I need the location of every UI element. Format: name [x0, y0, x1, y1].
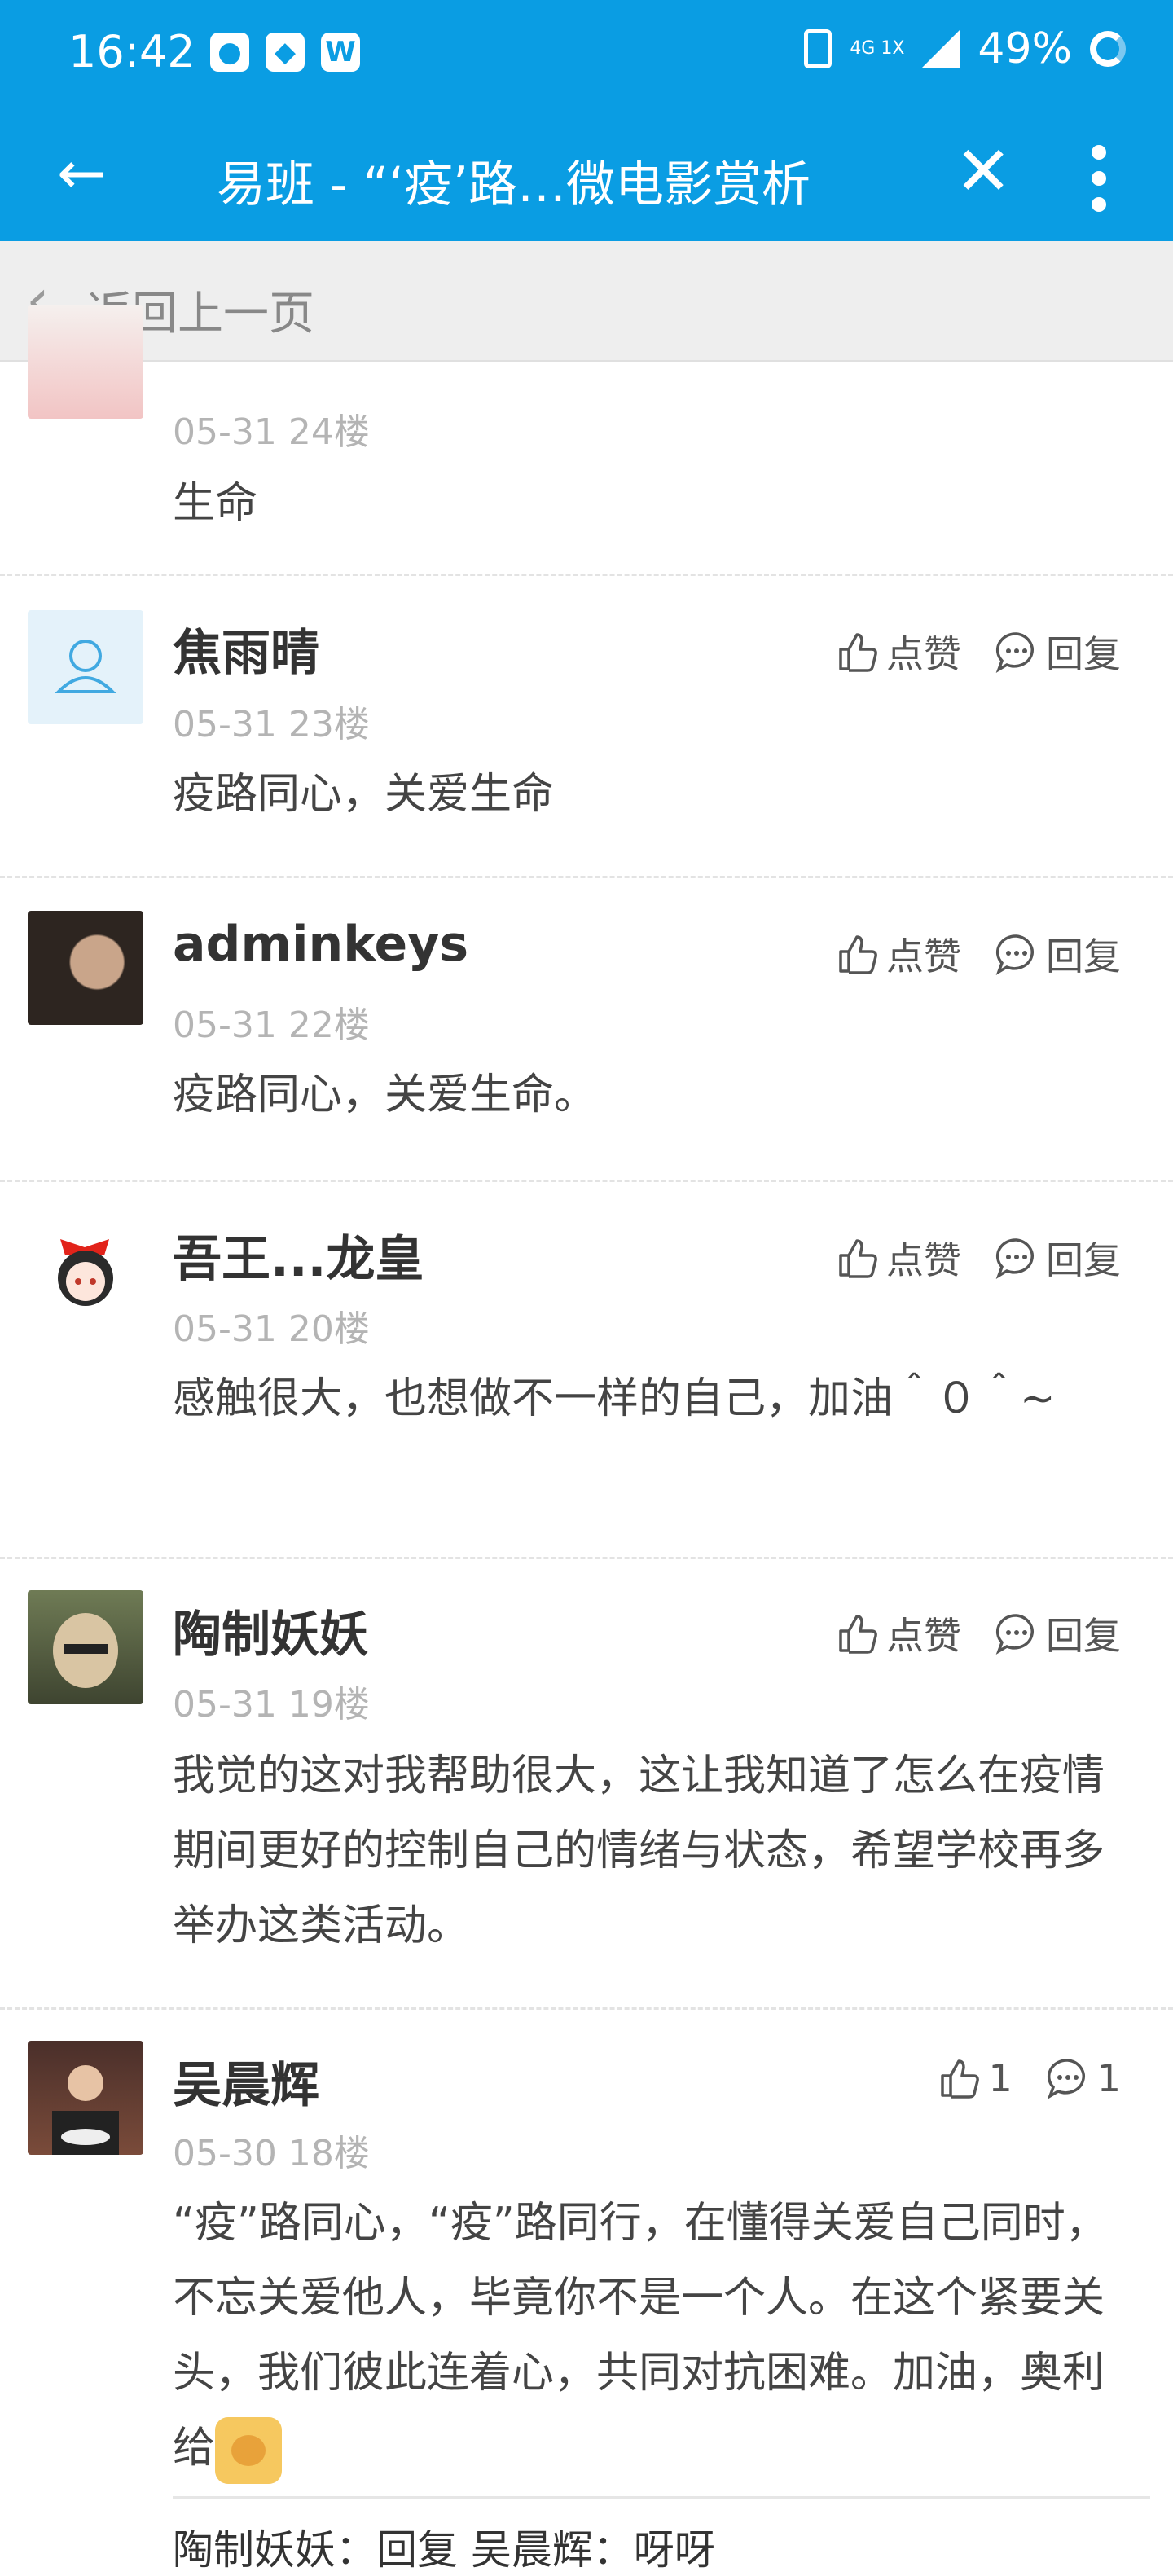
reply-button[interactable]: 回复 [994, 927, 1121, 981]
like-label: 点赞 [886, 1614, 961, 1658]
reply-label: 回复 [1046, 1238, 1121, 1282]
comment-text: “疫”路同心，“疫”路同行，在懂得关爱自己同时，不忘关爱他人，毕竟你不是一个人。… [173, 2186, 1134, 2486]
like-button[interactable]: 点赞 [836, 927, 961, 981]
comment-text: 疫路同心，关爱生命。 [173, 1070, 597, 1119]
reply-button[interactable]: 回复 [994, 1231, 1121, 1285]
thumbs-up-icon [941, 2059, 980, 2099]
comment-actions: 点赞 回复 [836, 1607, 1121, 1660]
avatar[interactable] [28, 610, 143, 724]
comment-date: 05-30 18楼 [173, 2133, 370, 2174]
page-title: 易班 - “‘疫’路…微电影赏析 [217, 156, 811, 213]
comment-actions: 点赞 回复 [836, 927, 1121, 981]
reply-label: 回复 [1046, 632, 1121, 676]
comment-date: 05-31 22楼 [173, 1004, 370, 1046]
comment-text: 生命 [173, 479, 258, 528]
comment-bubble-icon [1047, 2059, 1085, 2100]
comment-author[interactable]: 焦雨晴 [173, 613, 319, 684]
comment-item: 陶制妖妖 点赞 回复 05-31 19楼 我觉的这对我帮助很大，这让我知道了怎么… [0, 1559, 1173, 2010]
comment-item: 吾王...龙皇 点赞 回复 05-31 20楼 感触很大，也想做不一样的自己，加… [0, 1182, 1173, 1559]
status-notification-icons: ● ◆ W [210, 33, 360, 72]
comment-text: 感触很大，也想做不一样的自己，加油＾０＾~ [173, 1374, 1056, 1423]
avatar[interactable] [28, 1215, 143, 1329]
reply-preview[interactable]: 陶制妖妖：回复 吴晨辉：呀呀 [173, 2517, 715, 2576]
comment-author[interactable]: adminkeys [173, 916, 468, 973]
network-type: 4G 1X [850, 38, 905, 59]
like-label: 点赞 [886, 934, 961, 978]
comment-text: 疫路同心，关爱生命 [173, 770, 555, 819]
thumbs-up-icon [839, 633, 877, 672]
more-options-icon[interactable] [1092, 145, 1108, 212]
wechat-icon: ◆ [266, 33, 305, 72]
reply-label: 回复 [1046, 934, 1121, 978]
app-bar: ← 易班 - “‘疫’路…微电影赏析 ✕ [0, 106, 1173, 241]
thumbs-up-icon [839, 1615, 877, 1654]
reply-button[interactable]: 1 [1045, 2055, 1121, 2101]
comment-list: 05-31 24楼 生命 焦雨晴 点赞 回复 05-31 23楼 疫路同心，关爱… [0, 305, 1173, 2547]
thumbs-up-icon [839, 1239, 877, 1278]
vibrate-icon [804, 29, 833, 68]
comment-date: 05-31 19楼 [173, 1684, 370, 1725]
office-icon: W [321, 33, 360, 72]
comment-date: 05-31 20楼 [173, 1308, 370, 1350]
like-label: 点赞 [886, 632, 961, 676]
comment-author[interactable]: 吴晨辉 [173, 2046, 319, 2117]
reply-button[interactable]: 回复 [994, 1607, 1121, 1660]
back-to-previous-bar[interactable]: ‹ 返回上一页 [0, 241, 1173, 362]
reply-count: 1 [1096, 2056, 1121, 2100]
comment-bubble-icon [995, 1238, 1034, 1280]
comment-actions: 点赞 回复 [836, 625, 1121, 679]
bear-emoji-icon [215, 2417, 283, 2484]
comment-author[interactable]: 陶制妖妖 [173, 1595, 368, 1666]
battery-percent: 49% [978, 24, 1072, 73]
avatar[interactable] [28, 2041, 143, 2155]
close-icon[interactable]: ✕ [955, 137, 1012, 205]
battery-icon [1090, 31, 1126, 67]
back-arrow-icon[interactable]: ← [57, 143, 106, 202]
comment-bubble-icon [995, 934, 1034, 976]
signal-icon [922, 30, 960, 68]
status-bar: 16:42 ● ◆ W 4G 1X 49% [0, 0, 1173, 106]
comment-bubble-icon [995, 1614, 1034, 1655]
like-label: 点赞 [886, 1238, 961, 1282]
like-button[interactable]: 点赞 [836, 1231, 961, 1285]
avatar[interactable] [28, 911, 143, 1025]
like-button[interactable]: 1 [938, 2056, 1013, 2100]
comment-actions: 1 1 [938, 2055, 1121, 2101]
avatar[interactable] [28, 1590, 143, 1704]
reply-label: 回复 [1046, 1614, 1121, 1658]
avatar[interactable] [28, 305, 143, 419]
comment-actions: 点赞 回复 [836, 1231, 1121, 1285]
comment-date: 05-31 24楼 [173, 411, 370, 453]
comment-author[interactable]: 吾王...龙皇 [173, 1220, 424, 1290]
comment-bubble-icon [995, 632, 1034, 674]
divider [173, 2496, 1150, 2499]
status-right: 4G 1X 49% [804, 24, 1126, 73]
message-icon: ● [210, 33, 249, 72]
like-button[interactable]: 点赞 [836, 625, 961, 679]
status-time: 16:42 [68, 26, 196, 77]
comment-item: 05-31 24楼 生命 [0, 305, 1173, 576]
comment-item: 焦雨晴 点赞 回复 05-31 23楼 疫路同心，关爱生命 [0, 576, 1173, 878]
thumbs-up-icon [839, 935, 877, 974]
like-button[interactable]: 点赞 [836, 1607, 961, 1660]
comment-date: 05-31 23楼 [173, 704, 370, 745]
comment-item: 吴晨辉 1 1 05-30 18楼 “疫”路同心，“疫”路同行，在懂得关爱自己同… [0, 2010, 1173, 2547]
reply-button[interactable]: 回复 [994, 625, 1121, 679]
like-count: 1 [988, 2056, 1013, 2100]
comment-text-body: “疫”路同心，“疫”路同行，在懂得关爱自己同时，不忘关爱他人，毕竟你不是一个人。… [173, 2199, 1108, 2473]
comment-text: 我觉的这对我帮助很大，这让我知道了怎么在疫情期间更好的控制自己的情绪与状态，希望… [173, 1752, 1105, 1950]
comment-item: adminkeys 点赞 回复 05-31 22楼 疫路同心，关爱生命。 [0, 878, 1173, 1182]
